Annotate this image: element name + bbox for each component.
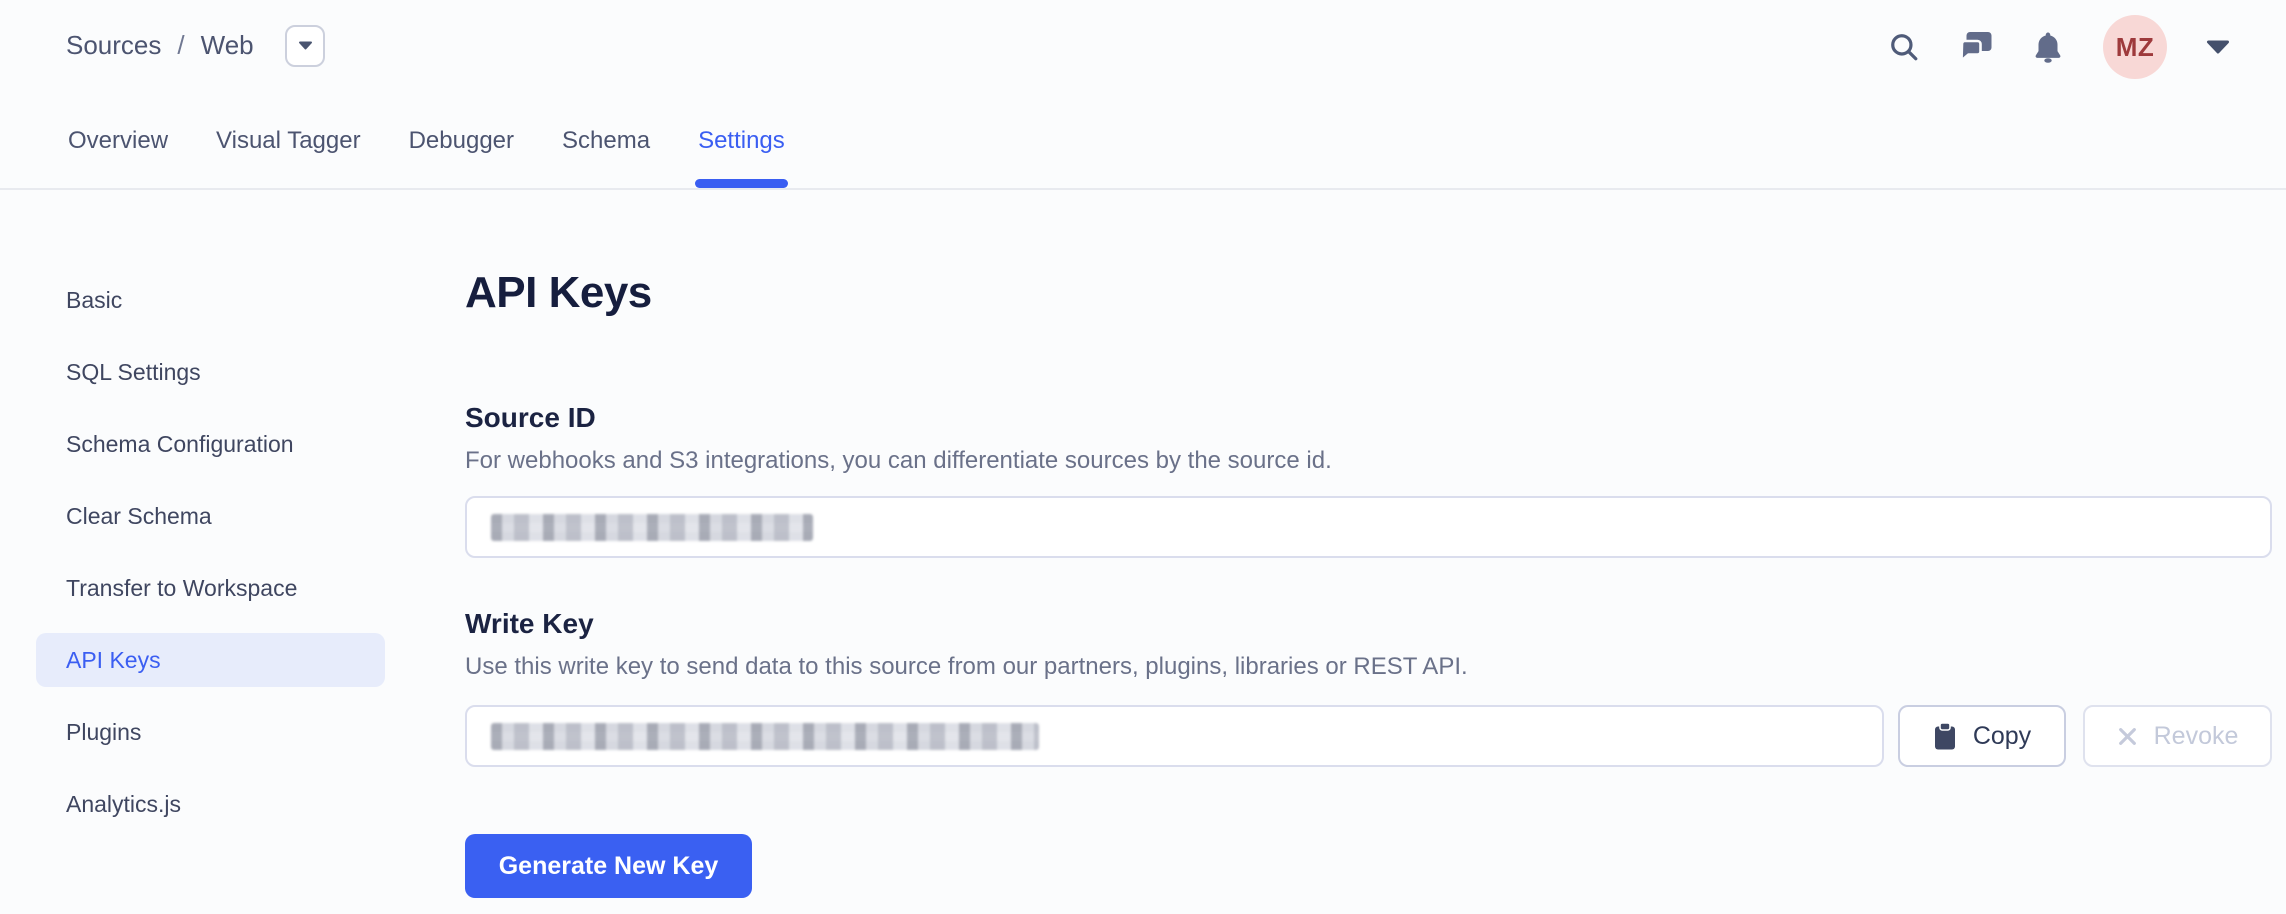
- tab-overview[interactable]: Overview: [68, 118, 168, 188]
- settings-sidebar: Basic SQL Settings Schema Configuration …: [36, 273, 385, 849]
- write-key-description: Use this write key to send data to this …: [465, 653, 1468, 681]
- generate-new-key-button[interactable]: Generate New Key: [465, 834, 752, 898]
- sidebar-item-basic[interactable]: Basic: [36, 273, 385, 327]
- revoke-button[interactable]: Revoke: [2083, 705, 2272, 767]
- page: Sources / Web: [0, 0, 2286, 914]
- breadcrumb: Sources / Web: [66, 20, 254, 70]
- copy-button[interactable]: Copy: [1898, 705, 2066, 767]
- source-id-label: Source ID: [465, 402, 596, 434]
- sidebar-item-api-keys[interactable]: API Keys: [36, 633, 385, 687]
- page-title: API Keys: [465, 268, 652, 318]
- chat-icon[interactable]: [1959, 30, 1993, 64]
- sidebar-item-transfer-to-workspace[interactable]: Transfer to Workspace: [36, 561, 385, 615]
- tab-schema[interactable]: Schema: [562, 118, 650, 188]
- sidebar-item-sql-settings[interactable]: SQL Settings: [36, 345, 385, 399]
- revoke-button-label: Revoke: [2154, 722, 2239, 751]
- breadcrumb-sources-link[interactable]: Sources: [66, 30, 161, 61]
- write-key-label: Write Key: [465, 608, 594, 640]
- tab-visual-tagger[interactable]: Visual Tagger: [216, 118, 361, 188]
- chevron-down-icon: [298, 37, 313, 55]
- sidebar-item-clear-schema[interactable]: Clear Schema: [36, 489, 385, 543]
- top-header: Sources / Web: [0, 0, 2286, 190]
- source-switcher-dropdown[interactable]: [285, 25, 325, 67]
- header-actions: MZ: [1887, 0, 2231, 94]
- breadcrumb-current-source: Web: [201, 30, 254, 61]
- source-id-field[interactable]: [465, 496, 2272, 558]
- tab-debugger[interactable]: Debugger: [409, 118, 514, 188]
- write-key-value-redacted: [491, 723, 1039, 750]
- source-tabs: Overview Visual Tagger Debugger Schema S…: [68, 118, 785, 188]
- x-icon: [2117, 726, 2138, 747]
- search-icon[interactable]: [1887, 30, 1921, 64]
- breadcrumb-separator: /: [177, 30, 184, 61]
- sidebar-item-plugins[interactable]: Plugins: [36, 705, 385, 759]
- source-id-description: For webhooks and S3 integrations, you ca…: [465, 447, 1332, 475]
- write-key-field[interactable]: [465, 705, 1884, 767]
- account-menu-caret-icon[interactable]: [2205, 30, 2231, 64]
- source-id-value-redacted: [491, 514, 813, 541]
- tab-settings[interactable]: Settings: [698, 118, 785, 188]
- clipboard-icon: [1933, 722, 1957, 751]
- bell-icon[interactable]: [2031, 30, 2065, 64]
- copy-button-label: Copy: [1973, 722, 2031, 751]
- avatar[interactable]: MZ: [2103, 15, 2167, 79]
- sidebar-item-schema-configuration[interactable]: Schema Configuration: [36, 417, 385, 471]
- generate-new-key-label: Generate New Key: [499, 852, 719, 881]
- sidebar-item-analytics-js[interactable]: Analytics.js: [36, 777, 385, 831]
